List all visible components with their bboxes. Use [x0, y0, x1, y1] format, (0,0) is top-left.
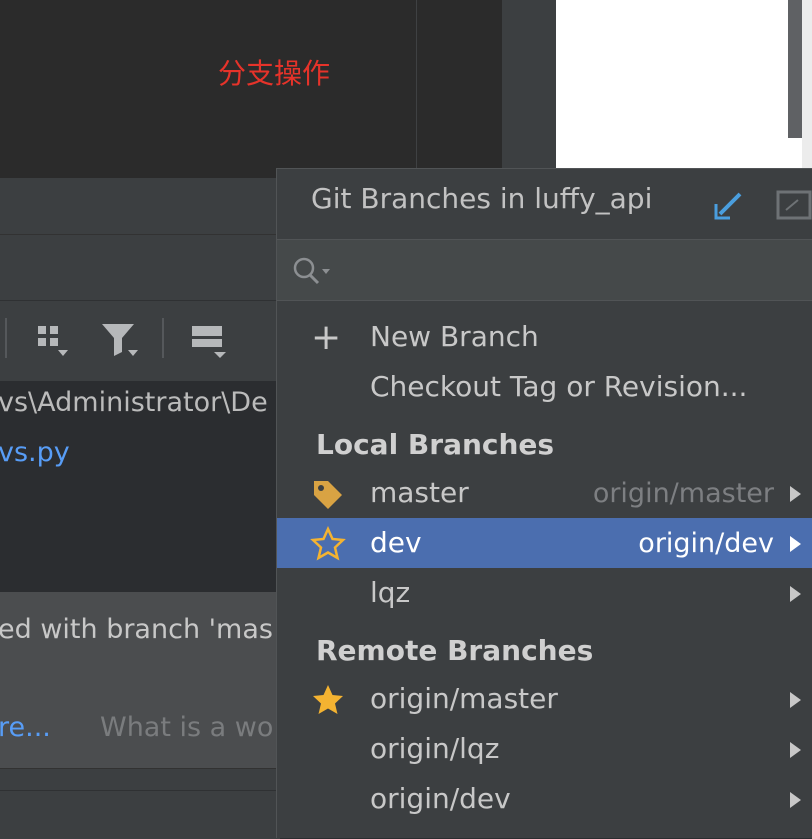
- chevron-right-icon[interactable]: [790, 536, 801, 552]
- tracking-branch-dev: origin/dev: [638, 528, 774, 559]
- group-by-icon[interactable]: [36, 322, 70, 366]
- remote-branches-header: Remote Branches: [316, 634, 594, 667]
- notification-text: ed with branch 'mas: [0, 614, 273, 645]
- filter-icon[interactable]: [100, 320, 142, 366]
- file-link[interactable]: vs.py: [0, 437, 70, 468]
- chevron-right-icon[interactable]: [790, 486, 801, 502]
- branch-item-master[interactable]: master: [370, 476, 469, 509]
- layout-icon[interactable]: [190, 322, 232, 366]
- remote-branch-origin-master[interactable]: origin/master: [370, 682, 558, 715]
- editor-area: [0, 0, 416, 178]
- chevron-right-icon[interactable]: [790, 586, 801, 602]
- local-branches-header: Local Branches: [316, 428, 555, 461]
- toolbar-separator: [162, 318, 164, 358]
- tool-window-header: [0, 178, 280, 235]
- panel-gap: [502, 0, 556, 178]
- preview-panel-edge: [802, 0, 812, 168]
- tool-window-tabs: [0, 235, 280, 301]
- preview-panel: [556, 0, 812, 168]
- status-divider: [0, 790, 280, 791]
- editor-gutter: [417, 0, 502, 178]
- search-icon: [290, 255, 334, 291]
- preview-scrollbar[interactable]: [788, 0, 802, 138]
- annotation-label: 分支操作: [218, 57, 331, 90]
- star-outline-icon[interactable]: [310, 525, 346, 566]
- edit-icon[interactable]: [712, 188, 746, 226]
- star-filled-icon[interactable]: [310, 682, 346, 722]
- repo-path-text: vs\Administrator\De: [0, 387, 268, 418]
- chevron-right-icon[interactable]: [790, 792, 801, 808]
- checkout-tag-item[interactable]: Checkout Tag or Revision...: [370, 370, 747, 403]
- toolbar-separator: [5, 318, 7, 358]
- remote-branch-origin-dev[interactable]: origin/dev: [370, 782, 511, 815]
- new-branch-item[interactable]: New Branch: [370, 320, 539, 353]
- tag-icon: [311, 478, 345, 516]
- chevron-right-icon[interactable]: [790, 692, 801, 708]
- notification-link[interactable]: re...: [0, 712, 51, 743]
- remote-branch-origin-lqz[interactable]: origin/lqz: [370, 732, 499, 765]
- tracking-branch-master: origin/master: [592, 478, 774, 509]
- status-area: [0, 768, 280, 839]
- expand-icon[interactable]: [776, 190, 812, 224]
- plus-icon: +: [311, 317, 342, 358]
- branch-search-input[interactable]: [277, 240, 812, 300]
- search-divider: [277, 300, 812, 301]
- branch-item-lqz[interactable]: lqz: [370, 576, 410, 609]
- popup-title: Git Branches in luffy_api: [311, 182, 653, 215]
- branch-item-dev[interactable]: dev: [370, 526, 422, 559]
- chevron-right-icon[interactable]: [790, 742, 801, 758]
- notification-help-link[interactable]: What is a wo: [100, 712, 273, 743]
